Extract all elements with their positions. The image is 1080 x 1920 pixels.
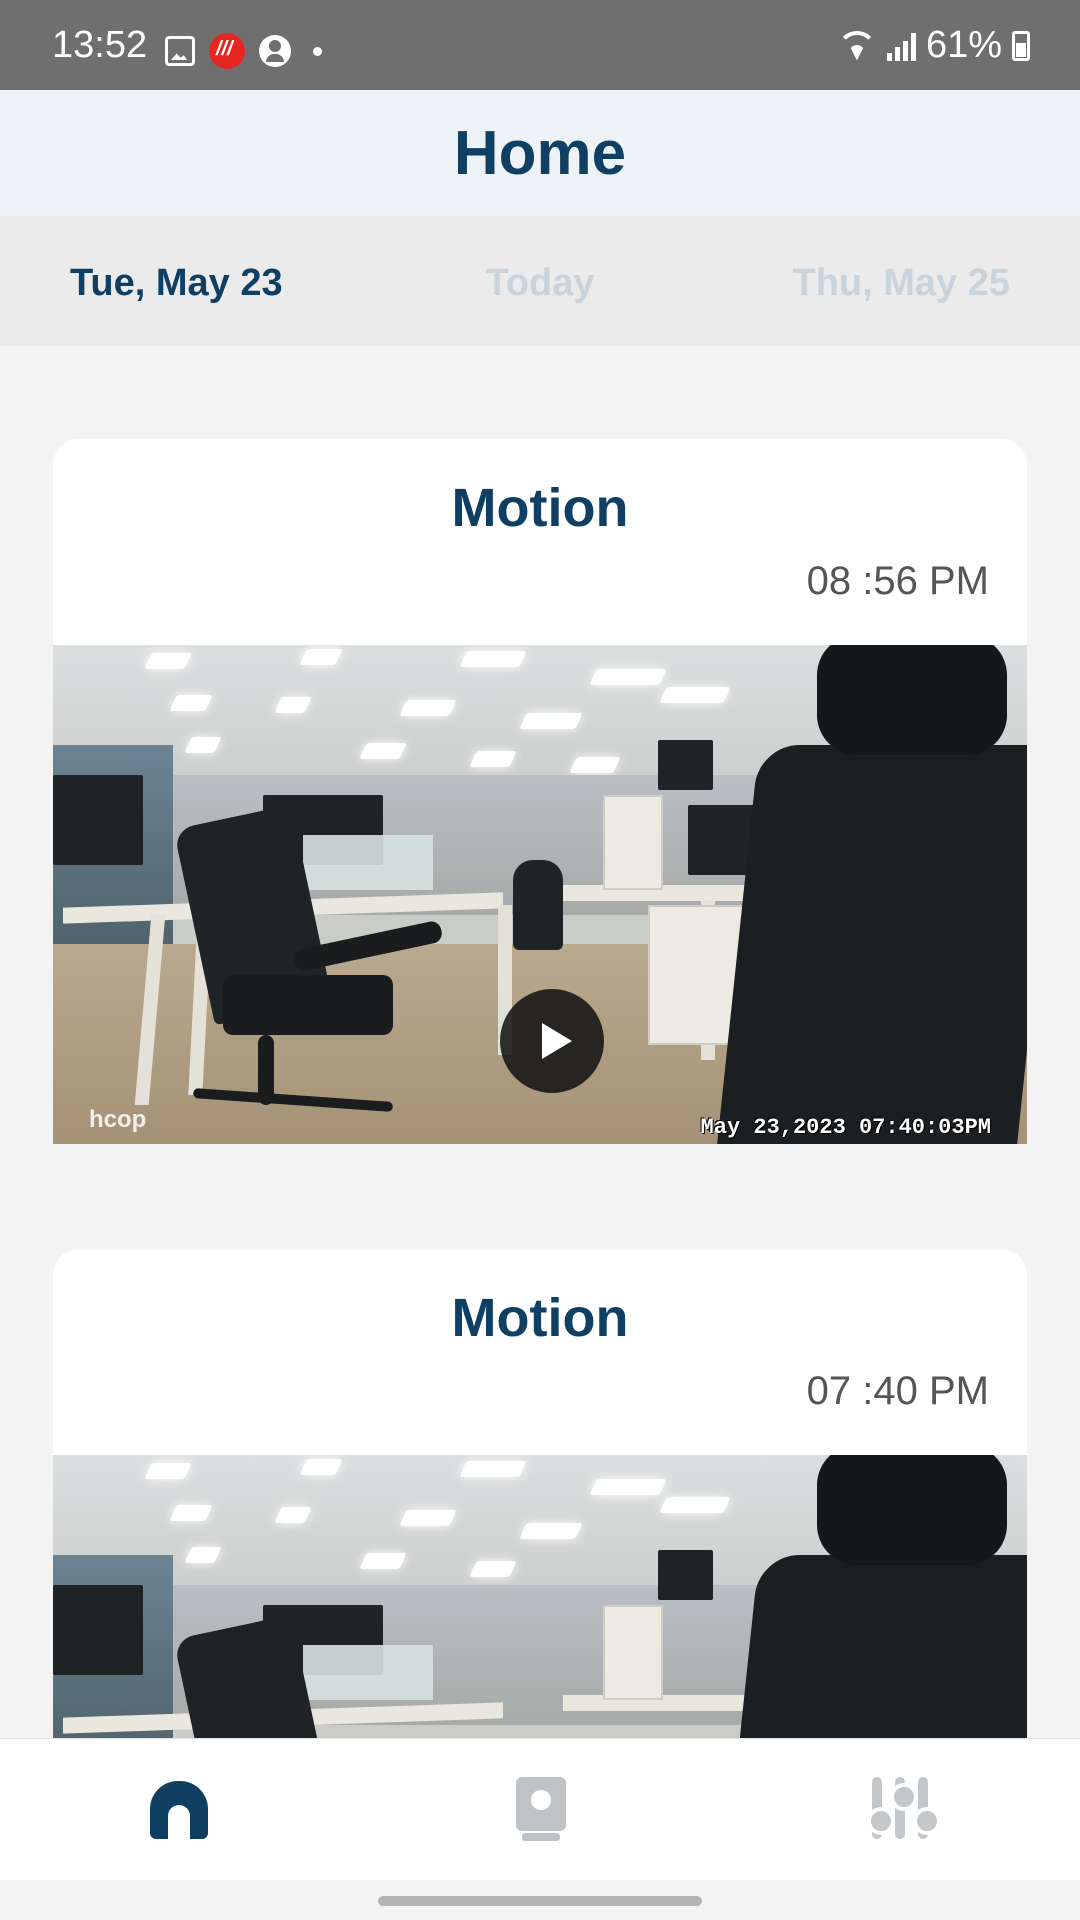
event-card[interactable]: Motion 08 :56 PM hcop May 23,2023 07:40:… — [53, 439, 1027, 1144]
battery-charging-icon — [1012, 30, 1030, 61]
wifi-icon — [836, 30, 877, 61]
signal-icon — [886, 31, 916, 61]
event-thumbnail[interactable]: hcop May 23,2023 07:40:03PM — [53, 645, 1027, 1144]
status-system-icons: 61% — [836, 24, 1030, 67]
app-notification-icon — [209, 33, 245, 69]
event-title: Motion — [451, 1288, 629, 1348]
nav-camera[interactable] — [508, 1777, 572, 1841]
event-time: 08 :56 PM — [806, 559, 989, 603]
event-title: Motion — [451, 478, 629, 538]
home-icon — [150, 1781, 208, 1839]
status-bar: 13:52 61% — [0, 0, 1080, 90]
home-gesture-bar[interactable] — [378, 1896, 702, 1906]
nav-home[interactable] — [148, 1777, 212, 1841]
date-selector: Tue, May 23 Today Thu, May 25 — [0, 216, 1080, 346]
event-time: 07 :40 PM — [806, 1369, 989, 1413]
event-thumbnail[interactable] — [53, 1455, 1027, 1739]
nav-settings[interactable] — [867, 1777, 941, 1841]
status-notification-icons — [165, 33, 322, 69]
camera-brand-watermark: hcop — [89, 1106, 147, 1133]
gallery-icon — [165, 36, 195, 66]
battery-percent: 61% — [925, 24, 1002, 66]
page-title: Home — [453, 119, 627, 188]
app-header: Home — [0, 90, 1080, 216]
bottom-navigation — [0, 1738, 1080, 1881]
video-timestamp: May 23,2023 07:40:03PM — [700, 1115, 991, 1140]
gesture-area — [0, 1880, 1080, 1920]
dot-icon — [313, 46, 322, 56]
status-time: 13:52 — [52, 24, 148, 66]
event-card[interactable]: Motion 07 :40 PM — [53, 1249, 1027, 1739]
date-tab-next[interactable]: Thu, May 25 — [793, 262, 1011, 305]
play-icon[interactable] — [500, 989, 604, 1093]
account-icon — [259, 35, 291, 67]
